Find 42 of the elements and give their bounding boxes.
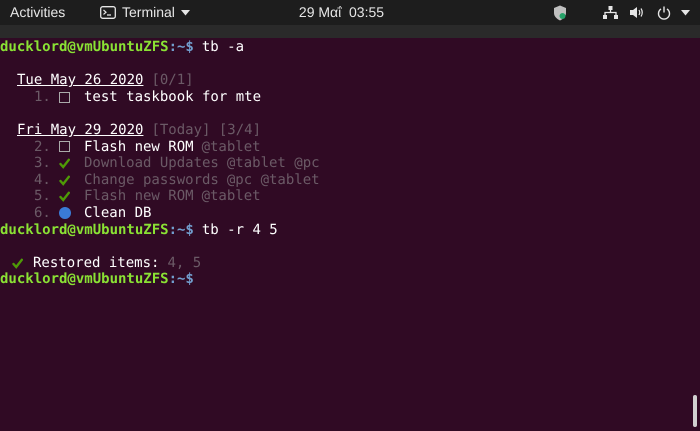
task-tags: @tablet	[202, 188, 261, 205]
task-text: Flash new ROM	[84, 138, 194, 156]
task-number: 2.	[34, 138, 52, 156]
command-text: tb -a	[202, 39, 244, 56]
command-text: tb -r 4 5	[202, 222, 278, 238]
shield-icon[interactable]	[553, 4, 567, 20]
check-icon	[12, 258, 23, 269]
power-icon[interactable]	[657, 6, 671, 20]
caret-icon	[180, 10, 190, 16]
task-number: 1.	[34, 88, 52, 106]
task-text: Change passwords	[84, 172, 219, 188]
task-text: Flash new ROM	[84, 188, 194, 205]
task-tags: @tablet	[202, 138, 261, 156]
task-number: 5.	[34, 188, 52, 205]
network-icon[interactable]	[603, 6, 618, 19]
task-text: test taskbook for mte	[84, 88, 262, 106]
prompt-user: ducklord@vmUbuntuZFS	[0, 39, 169, 56]
date-count: [0/1]	[151, 72, 194, 89]
scrollbar-thumb[interactable]	[693, 395, 697, 427]
task-text: Clean DB	[84, 204, 152, 222]
prompt-path: :~$	[168, 39, 194, 56]
prompt-user: ducklord@vmUbuntuZFS	[0, 271, 169, 288]
prompt-user: ducklord@vmUbuntuZFS	[0, 222, 169, 238]
message-label: Restored items:	[33, 254, 160, 272]
task-tags: @tablet @pc	[226, 155, 320, 172]
activities-button[interactable]: Activities	[10, 2, 100, 23]
date-heading: Tue May 26 2020	[17, 72, 144, 89]
prompt-path: :~$	[168, 271, 194, 288]
terminal-icon	[100, 6, 116, 19]
clock[interactable]: 29 Μαΐ 03:55	[298, 2, 384, 23]
date-count: [Today] [3/4]	[151, 122, 262, 139]
volume-icon[interactable]	[630, 6, 645, 19]
prompt-path: :~$	[168, 222, 194, 238]
task-number: 6.	[34, 204, 52, 222]
caret-icon[interactable]	[681, 10, 690, 16]
task-tags: @pc @tablet	[226, 172, 320, 188]
task-text: Download Updates	[84, 155, 219, 172]
app-menu[interactable]: Terminal	[100, 2, 190, 23]
message-value: 4, 5	[167, 254, 202, 272]
task-number: 3.	[34, 155, 52, 172]
date-heading: Fri May 29 2020	[17, 122, 144, 139]
task-number: 4.	[34, 172, 52, 188]
